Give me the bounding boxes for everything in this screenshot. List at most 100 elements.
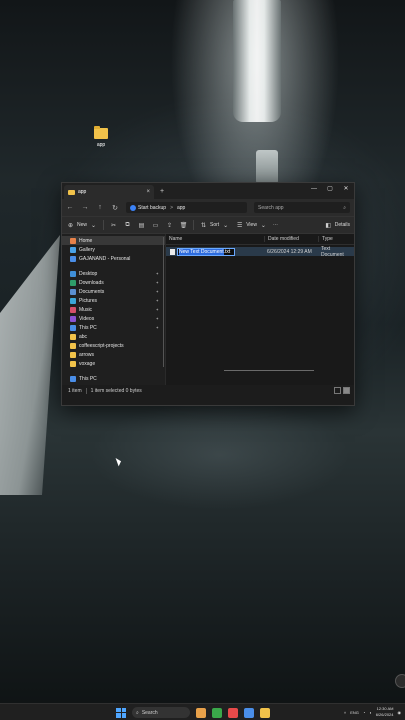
- notification-icon[interactable]: ◉: [398, 710, 402, 715]
- folder-icon: [68, 189, 75, 195]
- new-button-label: New: [77, 222, 88, 228]
- minimize-button[interactable]: —: [306, 183, 322, 197]
- paste-icon[interactable]: ▤: [137, 222, 146, 229]
- breadcrumb-current[interactable]: app: [177, 205, 185, 211]
- tab-close-button[interactable]: ×: [146, 189, 150, 195]
- sidebar-item-abc[interactable]: abc: [62, 332, 165, 341]
- pin-icon: ✦: [155, 289, 159, 294]
- text-file-icon: [170, 248, 175, 255]
- chevron-up-icon[interactable]: ˄: [344, 710, 346, 715]
- sidebar-item-arrows[interactable]: arrows: [62, 350, 165, 359]
- up-icon[interactable]: ↑: [96, 204, 104, 211]
- clock[interactable]: 12:30 AM 6/26/2024: [376, 706, 394, 718]
- chevron-right-icon: >: [170, 204, 173, 211]
- search-icon: ⌕: [136, 709, 139, 716]
- volume-icon[interactable]: ◖: [369, 710, 371, 715]
- sidebar-item-label: Home: [79, 237, 93, 244]
- sidebar-item-music[interactable]: Music ✦: [62, 305, 165, 314]
- sidebar-item-this-pc[interactable]: This PC: [62, 374, 165, 383]
- rename-icon[interactable]: ▭: [151, 222, 160, 229]
- new-button[interactable]: ⊕ New ⌄: [66, 222, 98, 229]
- refresh-icon[interactable]: ↻: [111, 204, 119, 212]
- gajanand-personal-icon: [70, 255, 76, 262]
- taskbar-search[interactable]: ⌕ Search: [132, 707, 190, 718]
- sidebar-item-pictures[interactable]: Pictures ✦: [62, 296, 165, 305]
- back-icon[interactable]: ←: [66, 204, 74, 211]
- title-bar: app × + — ▢ ✕: [62, 183, 354, 199]
- cut-icon[interactable]: ✂: [109, 222, 118, 229]
- sidebar-scrollbar[interactable]: [163, 237, 164, 367]
- horizontal-scrollbar[interactable]: [224, 370, 314, 371]
- maximize-button[interactable]: ▢: [322, 183, 338, 197]
- sidebar-item-voxage[interactable]: voxage: [62, 359, 165, 368]
- rename-extension: .txt: [223, 248, 231, 255]
- column-date-modified[interactable]: Date modified: [264, 236, 318, 242]
- taskbar-app-icon[interactable]: [196, 707, 206, 718]
- sidebar-item-this-pc[interactable]: This PC ✦: [62, 323, 165, 332]
- abc-icon: [70, 333, 76, 340]
- videos-icon: [70, 315, 76, 322]
- chevron-down-icon: ⌄: [260, 222, 266, 229]
- sidebar-item-label: Videos: [79, 315, 95, 322]
- language-indicator[interactable]: ENG: [350, 710, 359, 715]
- view-button[interactable]: ☰ View ⌄: [235, 222, 268, 229]
- taskbar-search-label: Search: [141, 709, 158, 716]
- floor-reflection: [90, 400, 350, 510]
- taskbar-app-icon[interactable]: [244, 707, 254, 718]
- sidebar-item-downloads[interactable]: Downloads ✦: [62, 278, 165, 287]
- home-icon: [70, 237, 76, 244]
- copilot-edge-icon[interactable]: [395, 674, 405, 688]
- forward-icon[interactable]: →: [81, 204, 89, 211]
- address-bar: ← → ↑ ↻ Start backup > app Search app ⌕: [62, 199, 354, 216]
- breadcrumb-root-label: Start backup: [138, 204, 167, 211]
- share-icon[interactable]: ⇪: [165, 222, 174, 229]
- taskbar-app-icon[interactable]: [212, 707, 222, 718]
- voxage-icon: [70, 360, 76, 367]
- sidebar-item-videos[interactable]: Videos ✦: [62, 314, 165, 323]
- sidebar-item-home[interactable]: Home: [62, 236, 165, 245]
- tab-app[interactable]: app ×: [64, 185, 154, 199]
- chrome-icon[interactable]: [228, 707, 238, 718]
- sort-button[interactable]: ⇅ Sort ⌄: [199, 222, 230, 229]
- sidebar-item-documents[interactable]: Documents ✦: [62, 287, 165, 296]
- rename-input[interactable]: New Text Document .txt: [177, 247, 235, 256]
- plus-circle-icon: ⊕: [67, 222, 74, 229]
- details-pane-icon: ◧: [325, 222, 332, 229]
- wifi-icon[interactable]: ◔: [363, 710, 365, 715]
- tiles-view-icon[interactable]: [343, 387, 350, 394]
- desktop-folder-app[interactable]: app: [88, 126, 114, 148]
- sidebar-item-gajanand-personal[interactable]: GAJANAND - Personal: [62, 254, 165, 263]
- new-tab-button[interactable]: +: [160, 188, 164, 195]
- this-pc-icon: [70, 375, 76, 382]
- sidebar-item-coffeescript-projects[interactable]: coffeescript-projects: [62, 341, 165, 350]
- pin-icon: ✦: [155, 271, 159, 276]
- file-explorer-taskbar-icon[interactable]: [260, 707, 270, 718]
- more-options-button[interactable]: ···: [273, 222, 278, 228]
- ceiling-light: [233, 0, 281, 122]
- view-icon: ☰: [236, 222, 243, 229]
- sidebar-item-gallery[interactable]: Gallery: [62, 245, 165, 254]
- close-button[interactable]: ✕: [338, 183, 354, 197]
- navigation-pane: Home Gallery GAJANAND - Personal Desktop ✦ Do…: [62, 234, 166, 391]
- toolbar-divider: [103, 220, 105, 230]
- table-row[interactable]: New Text Document .txt 6/26/2024 12:29 AM…: [166, 246, 354, 258]
- chevron-down-icon: ⌄: [223, 222, 229, 229]
- sidebar-item-label: This PC: [79, 375, 97, 382]
- breadcrumb-start-backup[interactable]: Start backup: [130, 204, 167, 211]
- start-button[interactable]: [116, 707, 126, 718]
- sidebar-item-desktop[interactable]: Desktop ✦: [62, 269, 165, 278]
- search-input[interactable]: Search app ⌕: [254, 202, 350, 213]
- copy-icon[interactable]: ⧉: [123, 222, 132, 229]
- pin-icon: ✦: [155, 298, 159, 303]
- item-count: 1 item: [68, 388, 82, 394]
- desktop-folder-label: app: [96, 142, 106, 148]
- ceiling-light-far: [256, 150, 278, 184]
- column-type[interactable]: Type: [318, 236, 354, 242]
- details-view-icon[interactable]: [334, 387, 341, 394]
- column-name[interactable]: Name: [166, 236, 264, 242]
- toolbar-divider: [193, 220, 195, 230]
- breadcrumb[interactable]: Start backup > app: [126, 202, 247, 213]
- delete-icon[interactable]: 🗑: [179, 222, 188, 229]
- pin-icon: ✦: [155, 316, 159, 321]
- details-button[interactable]: ◧ Details: [324, 222, 350, 229]
